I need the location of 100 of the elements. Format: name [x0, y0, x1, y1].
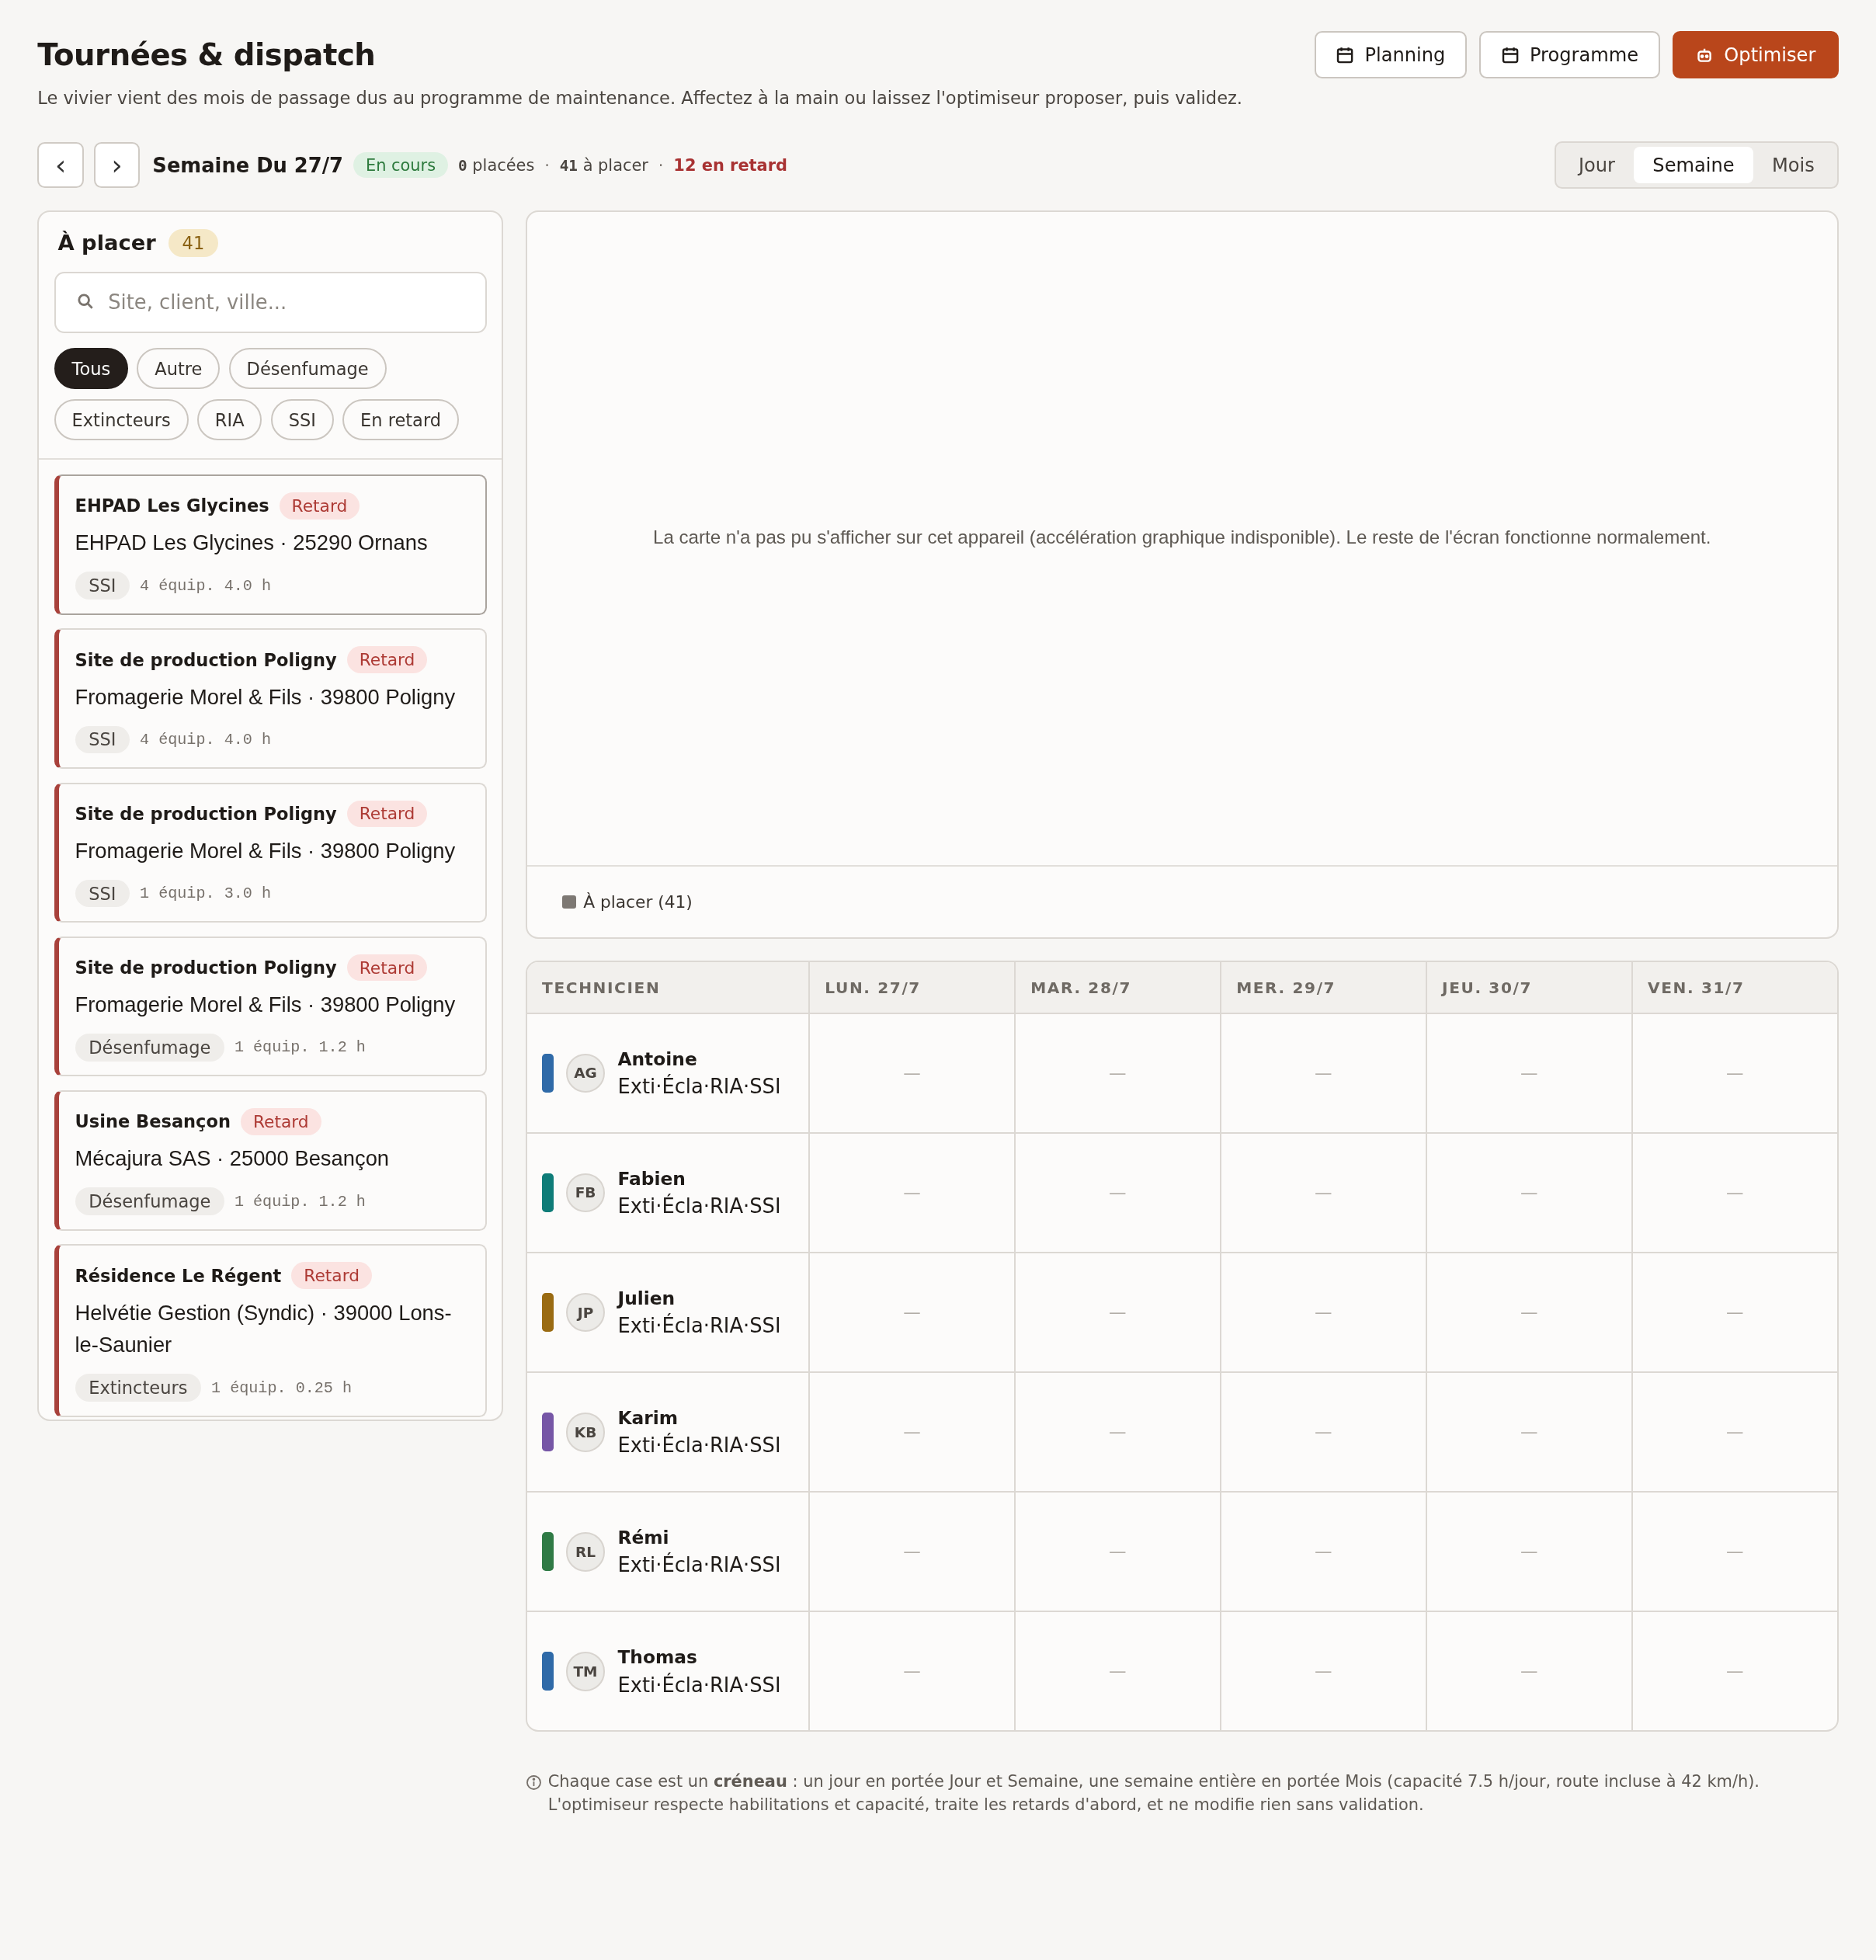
- column-header: MAR. 28/7: [1013, 962, 1220, 1014]
- job-card[interactable]: Usine Besançon Retard Mécajura SAS · 25000 Besançon Désenfumage 1 équip. 1.2 h: [54, 1090, 487, 1231]
- empty-slot[interactable]: —: [1725, 1302, 1744, 1323]
- late-badge: Retard: [240, 1108, 321, 1135]
- avatar: FB: [565, 1173, 606, 1213]
- job-card[interactable]: Site de production Poligny Retard Fromagerie Morel & Fils · 39800 Poligny SSI 1 équip. 3.0 h: [54, 782, 487, 923]
- job-card[interactable]: Site de production Poligny Retard Fromagerie Morel & Fils · 39800 Poligny SSI 4 équip. 4.0 h: [54, 628, 487, 769]
- empty-slot[interactable]: —: [903, 1541, 921, 1562]
- column-header: MER. 29/7: [1219, 962, 1426, 1014]
- empty-slot[interactable]: —: [1315, 1062, 1332, 1083]
- technician-name: Fabien: [617, 1167, 686, 1190]
- filter-chip[interactable]: SSI: [270, 399, 334, 441]
- job-card[interactable]: Site de production Poligny Retard Fromagerie Morel & Fils · 39800 Poligny Désenfumage 1 équip. 1.2 h: [54, 936, 487, 1077]
- scope-tab[interactable]: Mois: [1753, 146, 1833, 184]
- next-week-button[interactable]: ›: [93, 141, 141, 189]
- calendar-icon: [1336, 45, 1355, 64]
- technician-skills: Exti·Écla·RIA·SSI: [617, 1434, 781, 1458]
- week-stat: 12 en retard: [673, 155, 787, 175]
- site-name: Site de production Poligny: [75, 957, 337, 978]
- page-title: Tournées & dispatch: [37, 37, 377, 73]
- map-error-message: La carte n'a pas pu s'afficher sur cet appareil (accélération graphique indisponible). Le reste de l'écran fonctionne normalement.: [653, 526, 1711, 548]
- search-field[interactable]: Site, client, ville...: [54, 272, 487, 333]
- empty-slot[interactable]: —: [1725, 1062, 1744, 1083]
- category-tag: SSI: [75, 572, 130, 599]
- site-name: Usine Besançon: [75, 1111, 231, 1132]
- column-header: VEN. 31/7: [1631, 962, 1837, 1014]
- empty-slot[interactable]: —: [1109, 1661, 1127, 1682]
- empty-slot[interactable]: —: [1725, 1661, 1744, 1682]
- week-stat: 41 à placer: [559, 155, 648, 175]
- avatar: JP: [565, 1292, 606, 1333]
- filter-chip[interactable]: Tous: [54, 348, 129, 390]
- empty-slot[interactable]: —: [1109, 1541, 1127, 1562]
- technician-skills: Exti·Écla·RIA·SSI: [617, 1553, 781, 1577]
- technician-name: Antoine: [617, 1048, 698, 1070]
- filter-chip[interactable]: RIA: [196, 399, 262, 441]
- avatar: AG: [565, 1053, 606, 1093]
- empty-slot[interactable]: —: [1315, 1302, 1332, 1323]
- client-address: EHPAD Les Glycines · 25290 Ornans: [75, 530, 429, 557]
- scope-tab[interactable]: Jour: [1559, 146, 1635, 184]
- empty-slot[interactable]: —: [1520, 1183, 1538, 1203]
- empty-slot[interactable]: —: [1725, 1422, 1744, 1443]
- avatar: KB: [565, 1412, 606, 1452]
- technician-name: Thomas: [617, 1646, 698, 1669]
- category-tag: SSI: [75, 725, 130, 754]
- client-address: Fromagerie Morel & Fils · 39800 Poligny: [75, 683, 457, 711]
- late-badge: Retard: [346, 646, 428, 673]
- column-header: LUN. 27/7: [808, 962, 1014, 1014]
- empty-slot[interactable]: —: [1315, 1183, 1332, 1203]
- pool-title: À placer: [57, 231, 156, 255]
- empty-slot[interactable]: —: [1315, 1541, 1332, 1562]
- empty-slot[interactable]: —: [903, 1302, 921, 1323]
- empty-slot[interactable]: —: [1520, 1661, 1538, 1682]
- empty-slot[interactable]: —: [903, 1661, 921, 1682]
- empty-slot[interactable]: —: [1315, 1661, 1332, 1682]
- empty-slot[interactable]: —: [903, 1422, 921, 1443]
- technician-skills: Exti·Écla·RIA·SSI: [617, 1314, 781, 1338]
- calendar-icon: [1500, 45, 1520, 64]
- empty-slot[interactable]: —: [1109, 1062, 1127, 1083]
- empty-slot[interactable]: —: [1520, 1062, 1538, 1083]
- empty-slot[interactable]: —: [1520, 1302, 1538, 1323]
- filter-chip[interactable]: Autre: [137, 348, 221, 390]
- empty-slot[interactable]: —: [1315, 1422, 1332, 1443]
- filter-chip[interactable]: Désenfumage: [228, 348, 387, 390]
- search-icon: [76, 293, 95, 311]
- empty-slot[interactable]: —: [1725, 1541, 1744, 1562]
- status-badge: En cours: [353, 151, 449, 179]
- avatar: TM: [565, 1652, 606, 1691]
- client-address: Fromagerie Morel & Fils · 39800 Poligny: [75, 992, 457, 1019]
- previous-week-button[interactable]: ‹: [37, 141, 84, 189]
- filter-chip[interactable]: En retard: [342, 399, 459, 441]
- scope-tab[interactable]: Semaine: [1634, 146, 1753, 184]
- category-tag: Désenfumage: [75, 1187, 225, 1215]
- avatar: RL: [565, 1531, 606, 1572]
- technician-skills: Exti·Écla·RIA·SSI: [617, 1075, 781, 1099]
- job-card[interactable]: Résidence Le Régent Retard Helvétie Gestion (Syndic) · 39000 Lons-le-Saunier Extincteurs 1 équip. 0.25 h: [54, 1244, 487, 1417]
- category-tag: Désenfumage: [75, 1034, 225, 1062]
- client-address: Helvétie Gestion (Syndic) · 39000 Lons-le-Saunier: [75, 1299, 453, 1359]
- empty-slot[interactable]: —: [903, 1183, 921, 1203]
- optimize-button[interactable]: Optimiser: [1672, 31, 1839, 79]
- help-note: L'optimiseur respecte habilitations et capacité, traite les retards d'abord, et ne modifie rien sans validation.: [547, 1795, 1425, 1815]
- empty-slot[interactable]: —: [1109, 1302, 1127, 1323]
- empty-slot[interactable]: —: [1725, 1183, 1744, 1203]
- client-address: Mécajura SAS · 25000 Besançon: [75, 1145, 391, 1173]
- technician-skills: Exti·Écla·RIA·SSI: [617, 1673, 781, 1697]
- empty-slot[interactable]: —: [1520, 1422, 1538, 1443]
- column-header: TECHNICIEN: [526, 962, 808, 1014]
- empty-slot[interactable]: —: [903, 1062, 921, 1083]
- equipment-info: 4 équip. 4.0 h: [140, 730, 271, 749]
- category-tag: SSI: [75, 879, 130, 908]
- technician-name: Karim: [617, 1406, 679, 1429]
- category-tag: Extincteurs: [75, 1374, 202, 1402]
- empty-slot[interactable]: —: [1109, 1422, 1127, 1443]
- header-button[interactable]: Programme: [1479, 31, 1660, 79]
- job-card[interactable]: EHPAD Les Glycines Retard EHPAD Les Glycines · 25290 Ornans SSI 4 équip. 4.0 h: [54, 474, 487, 615]
- technician-name: Julien: [617, 1287, 676, 1309]
- empty-slot[interactable]: —: [1109, 1183, 1127, 1203]
- empty-slot[interactable]: —: [1520, 1541, 1538, 1562]
- header-button[interactable]: Planning: [1314, 31, 1468, 79]
- filter-chip[interactable]: Extincteurs: [54, 399, 189, 441]
- separator-dot: ·: [544, 155, 550, 175]
